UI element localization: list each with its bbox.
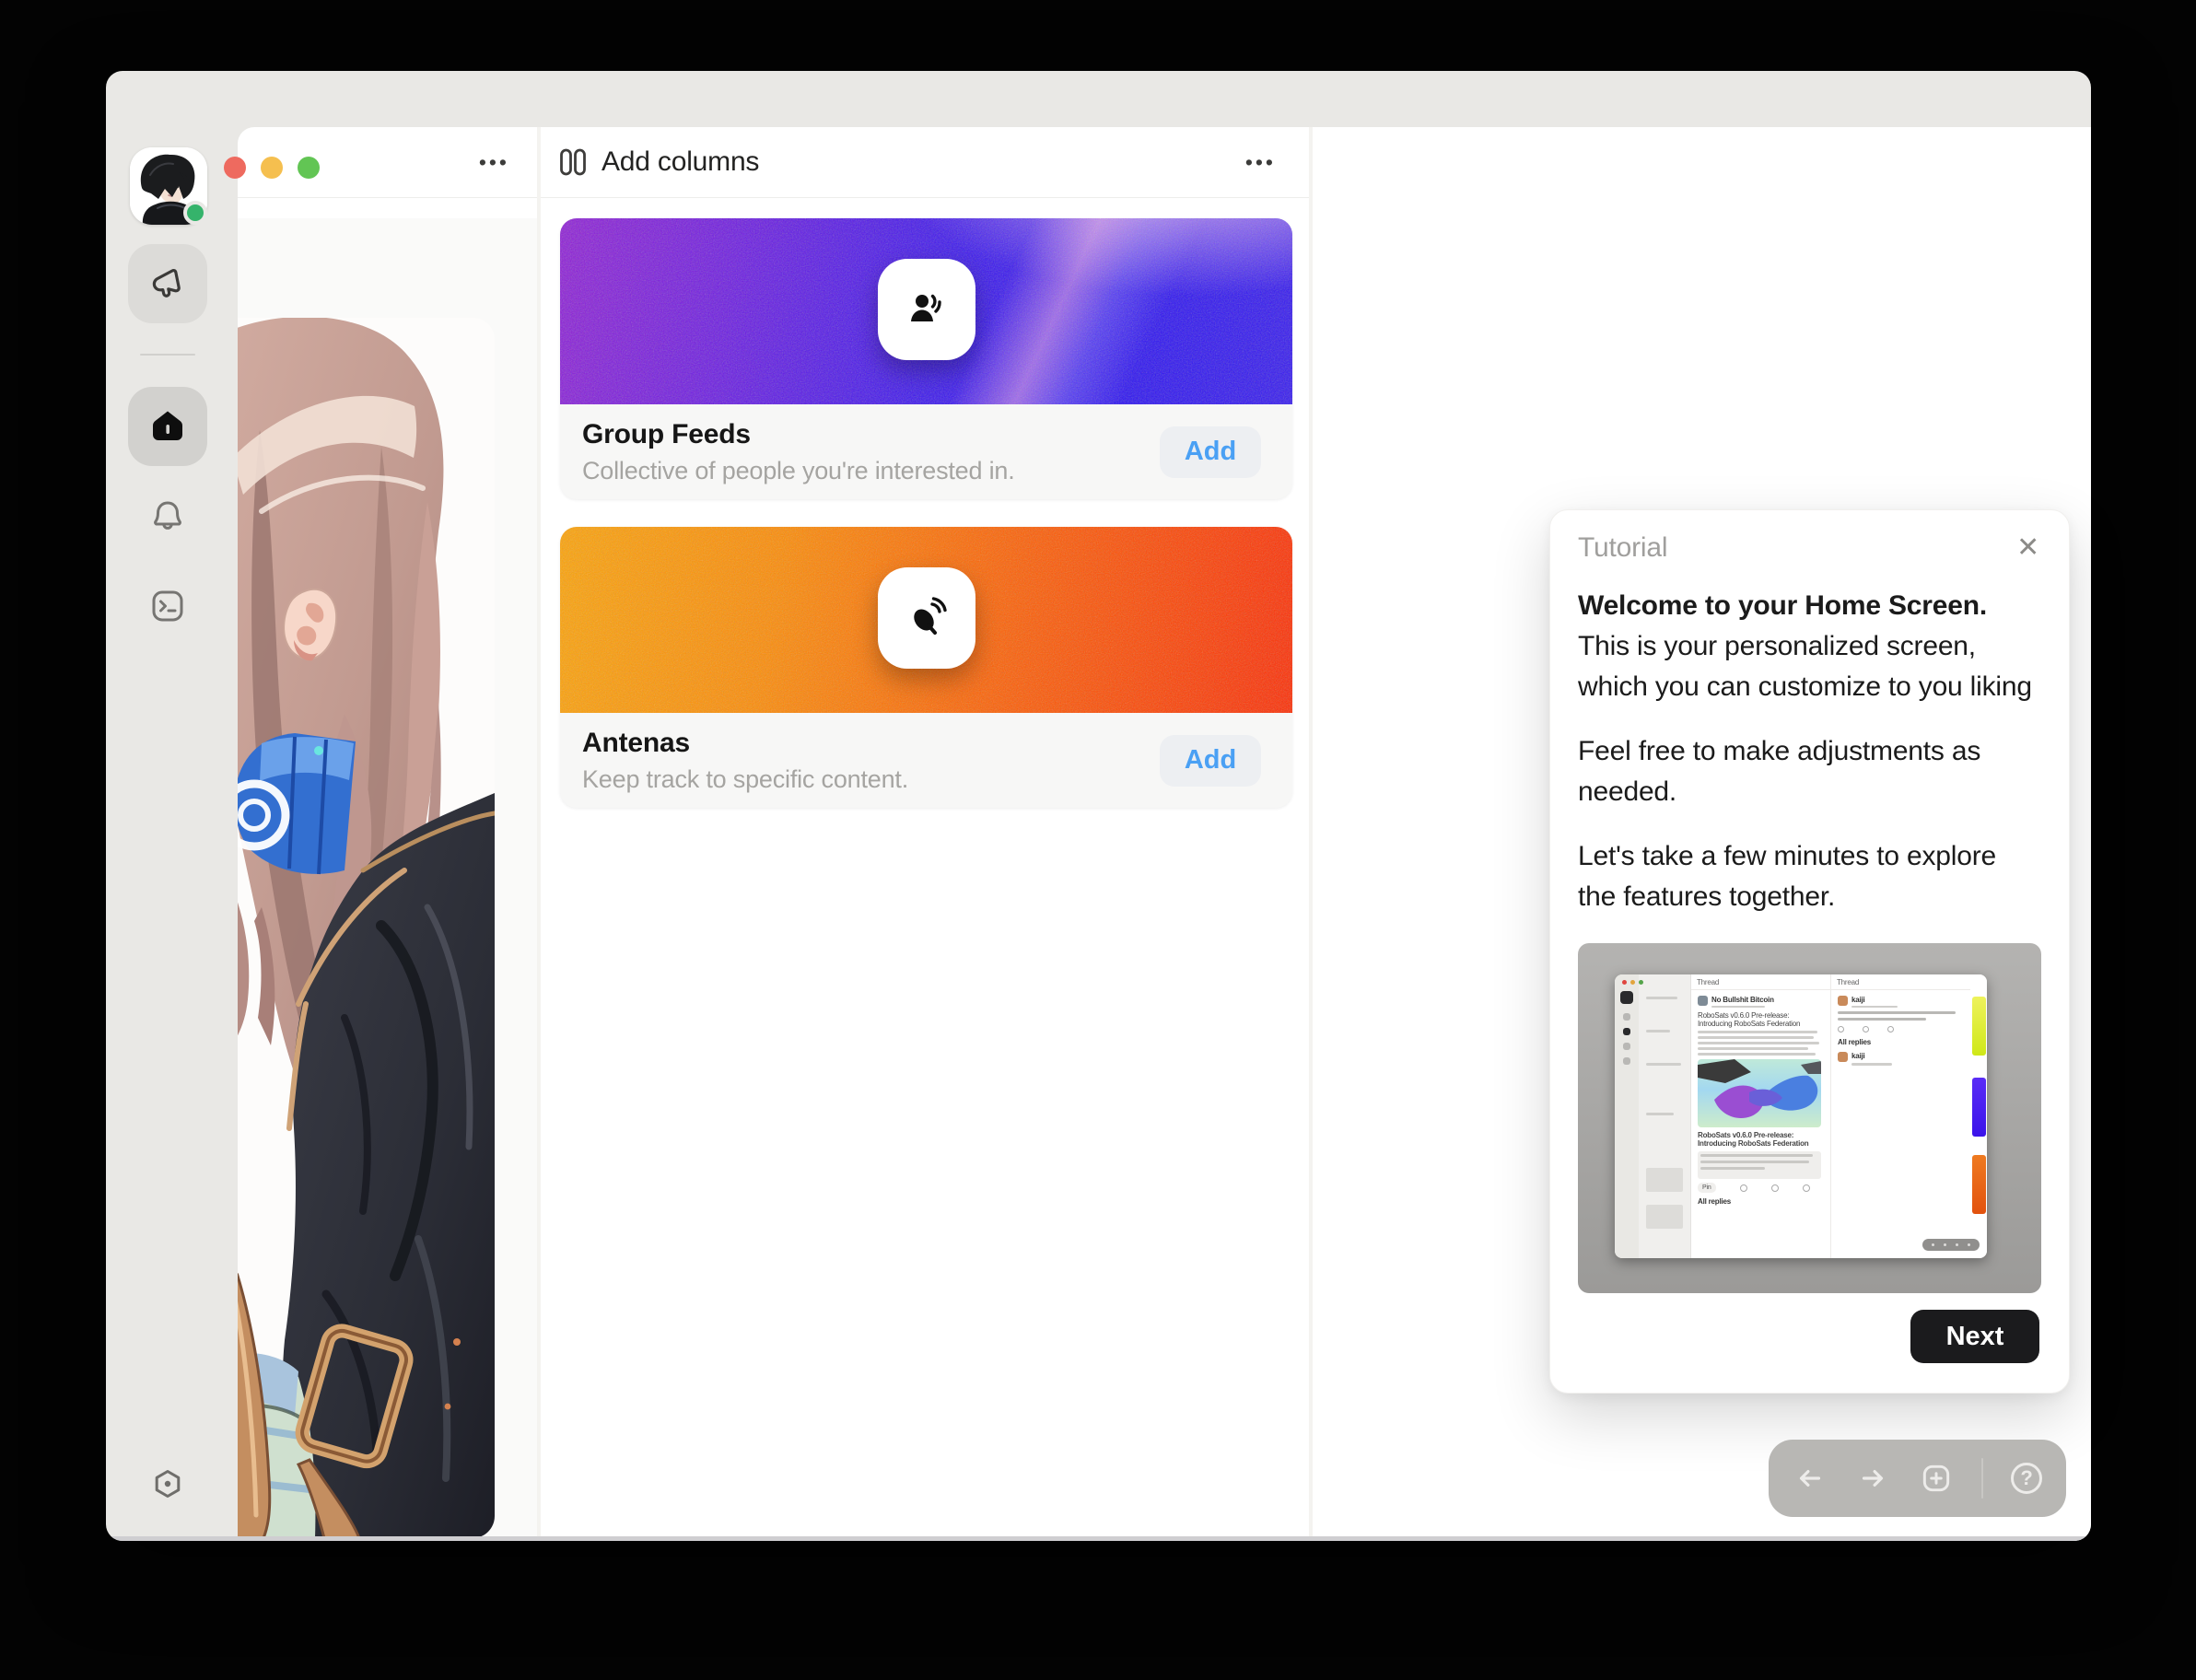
add-columns-column: Add columns ••• [541, 127, 1309, 1541]
thumbnail-thread2-header: Thread [1837, 978, 1859, 986]
card-subtitle: Collective of people you're interested i… [582, 457, 1015, 485]
sidebar [106, 71, 238, 1541]
forward-button[interactable] [1855, 1461, 1890, 1496]
antenas-card: Antenas Keep track to specific content. … [560, 527, 1292, 808]
card-title: Antenas [582, 728, 908, 759]
sidebar-item-announcements[interactable] [128, 244, 207, 323]
thumbnail-partial-column [1639, 974, 1691, 1258]
thumbnail-nav-pill [1922, 1239, 1980, 1251]
thumbnail-thread-column-2: Thread kaiji [1831, 974, 1970, 1258]
thumbnail-thread-column-1: Thread No Bullshit Bitcoin RoboSats v0.6… [1691, 974, 1831, 1258]
tutorial-paragraph-welcome: Welcome to your Home Screen. This is you… [1578, 586, 2039, 707]
home-icon [147, 406, 188, 447]
thumbnail-replies-label: All replies [1838, 1038, 1964, 1046]
sidebar-divider [140, 354, 195, 356]
card-subtitle: Keep track to specific content. [582, 765, 908, 794]
tutorial-paragraph-2: Feel free to make adjustments as needed. [1578, 731, 2039, 812]
sidebar-item-home[interactable] [128, 387, 207, 466]
tutorial-title: Tutorial [1578, 532, 1667, 564]
feed-column: ••• 3h ••• [238, 127, 537, 1541]
thumbnail-post-author: No Bullshit Bitcoin [1711, 996, 1774, 1004]
navigation-toolbar: ? [1769, 1440, 2066, 1517]
toolbar-divider [1981, 1458, 1983, 1499]
window-bottom-edge [106, 1536, 2091, 1541]
add-columns-header: Add columns ••• [541, 127, 1309, 198]
thumbnail-sidebar [1615, 974, 1639, 1258]
thumbnail-traffic-lights [1622, 980, 1643, 985]
antenas-info: Antenas Keep track to specific content. … [560, 713, 1292, 808]
group-feeds-info: Group Feeds Collective of people you're … [560, 404, 1292, 499]
thumbnail-mini-window: Thread No Bullshit Bitcoin RoboSats v0.6… [1615, 974, 1987, 1258]
thumbnail-user2-name: kaiji [1851, 996, 1898, 1004]
feed-post-meta: 3h ••• [238, 240, 537, 269]
add-columns-title: Add columns [602, 146, 759, 178]
add-antenas-button[interactable]: Add [1160, 735, 1261, 787]
group-feeds-card: Group Feeds Collective of people you're … [560, 218, 1292, 499]
bell-icon [147, 496, 188, 536]
minimize-window-button[interactable] [261, 157, 283, 179]
online-status-dot [183, 201, 207, 225]
thumbnail-pin-label: Pin [1698, 1183, 1716, 1193]
arrow-right-icon [1855, 1461, 1890, 1496]
group-feeds-banner [560, 218, 1292, 404]
sidebar-item-notifications[interactable] [128, 476, 207, 555]
tutorial-screenshot-thumbnail: Thread No Bullshit Bitcoin RoboSats v0.6… [1578, 943, 2041, 1293]
group-feeds-icon-tile [878, 259, 975, 360]
thumbnail-embed-title: RoboSats v0.6.0 Pre-release: Introducing… [1698, 1131, 1824, 1148]
antenas-banner [560, 527, 1292, 713]
card-title: Group Feeds [582, 419, 1015, 450]
post-image [238, 318, 495, 1538]
thumbnail-replies-label: All replies [1698, 1197, 1824, 1206]
anime-girl-illustration [238, 318, 495, 1538]
screen: ••• 3h ••• [0, 0, 2196, 1680]
close-window-button[interactable] [224, 157, 246, 179]
welcome-bold-text: Welcome to your Home Screen. [1578, 590, 1987, 621]
close-icon[interactable]: ✕ [2016, 534, 2039, 562]
next-button[interactable]: Next [1910, 1310, 2039, 1363]
thumbnail-column-previews [1970, 974, 1987, 1258]
terminal-icon [147, 586, 188, 626]
antenas-icon-tile [878, 567, 975, 669]
more-icon[interactable]: ••• [1245, 152, 1276, 173]
thumbnail-post-title: RoboSats v0.6.0 Pre-release: Introducing… [1698, 1011, 1824, 1028]
group-feeds-icon [905, 287, 949, 332]
sidebar-item-console[interactable] [128, 566, 207, 646]
columns-icon [557, 146, 589, 178]
add-column-button[interactable] [1919, 1461, 1954, 1496]
thumbnail-quote-box [1698, 1151, 1821, 1179]
thumbnail-user2-name: kaiji [1851, 1052, 1892, 1060]
thumbnail-post-image [1698, 1059, 1821, 1127]
tutorial-paragraph-3: Let's take a few minutes to explore the … [1578, 836, 2039, 917]
add-group-feeds-button[interactable]: Add [1160, 426, 1261, 478]
sidebar-item-settings[interactable] [128, 1446, 207, 1525]
thumbnail-thread1-header: Thread [1697, 978, 1719, 986]
question-icon: ? [2011, 1463, 2042, 1494]
column-divider [1309, 127, 1313, 1541]
antenna-icon [905, 596, 949, 640]
more-icon[interactable]: ••• [479, 152, 509, 173]
megaphone-icon [147, 263, 188, 304]
welcome-rest-text: This is your personalized screen, which … [1578, 631, 2032, 702]
feed-post-card: 3h ••• [238, 218, 537, 1541]
settings-nut-icon [147, 1465, 188, 1506]
traffic-lights [224, 157, 320, 179]
back-button[interactable] [1793, 1461, 1828, 1496]
tutorial-popover: Tutorial ✕ Welcome to your Home Screen. … [1549, 509, 2070, 1394]
help-button[interactable]: ? [2011, 1463, 2042, 1494]
zoom-window-button[interactable] [298, 157, 320, 179]
plus-square-icon [1919, 1461, 1954, 1496]
arrow-left-icon [1793, 1461, 1828, 1496]
